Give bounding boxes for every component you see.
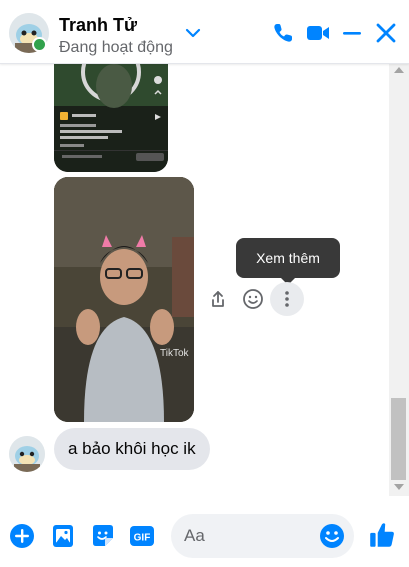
close-icon[interactable] <box>373 20 399 46</box>
online-status-dot <box>32 37 47 52</box>
shared-image-tiktok-preview[interactable] <box>54 64 168 172</box>
sender-avatar[interactable] <box>9 436 45 472</box>
add-icon[interactable] <box>8 522 36 550</box>
video-icon[interactable] <box>305 20 331 46</box>
more-options-icon <box>285 291 289 307</box>
phone-icon[interactable] <box>270 20 296 46</box>
emoji-react-icon <box>243 289 263 309</box>
like-icon[interactable] <box>367 520 397 550</box>
contact-status: Đang hoạt động <box>59 39 173 56</box>
scroll-down-arrow-icon[interactable] <box>394 484 404 490</box>
share-icon <box>212 291 224 307</box>
shared-video-thumbnail[interactable] <box>54 177 194 422</box>
emoji-icon[interactable] <box>318 522 346 550</box>
chat-header: Tranh Tử Đang hoạt động <box>0 0 409 64</box>
sticker-icon[interactable] <box>89 522 117 550</box>
message-input-placeholder: Aa <box>184 526 205 545</box>
share-button[interactable] <box>203 284 233 314</box>
react-button[interactable] <box>238 284 268 314</box>
more-options-button[interactable] <box>270 282 304 316</box>
svg-text:GIF: GIF <box>134 533 151 544</box>
image-icon[interactable] <box>49 522 77 550</box>
gif-icon[interactable]: GIF <box>128 522 156 550</box>
chevron-down-icon[interactable] <box>184 26 202 40</box>
minimize-icon[interactable] <box>339 20 365 46</box>
scroll-up-arrow-icon[interactable] <box>394 67 404 73</box>
message-bubble[interactable]: a bảo khôi học ik <box>54 428 210 470</box>
more-options-tooltip: Xem thêm <box>236 238 340 278</box>
contact-name[interactable]: Tranh Tử <box>59 15 137 36</box>
scrollbar-thumb[interactable] <box>391 398 406 480</box>
tiktok-watermark: TikTok <box>160 348 189 359</box>
